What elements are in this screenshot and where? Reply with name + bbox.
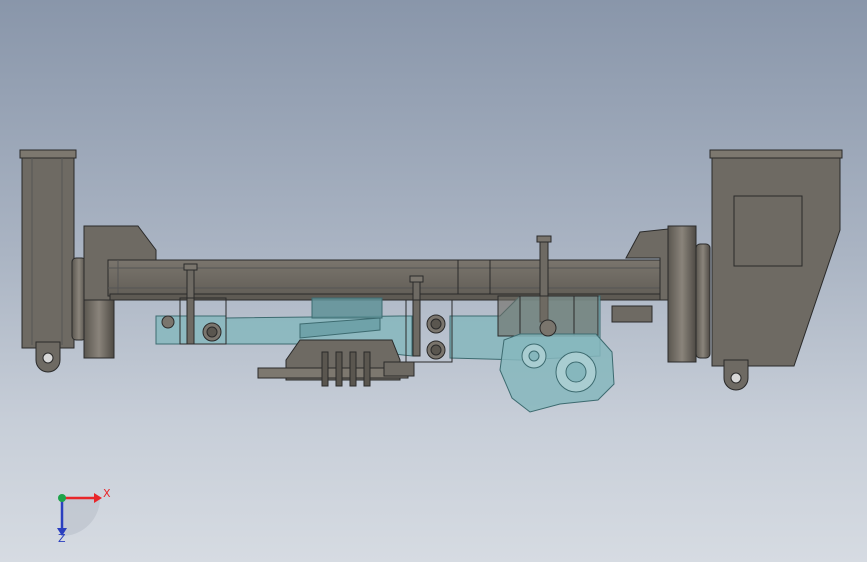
y-axis-dot xyxy=(58,494,66,502)
cad-viewport[interactable]: X Z xyxy=(0,0,867,562)
right-gear-housing[interactable] xyxy=(709,149,843,391)
triad-plane xyxy=(62,498,100,536)
orientation-triad: X Z xyxy=(57,487,111,545)
z-axis-label: Z xyxy=(58,532,66,545)
x-axis-label: X xyxy=(103,487,111,500)
